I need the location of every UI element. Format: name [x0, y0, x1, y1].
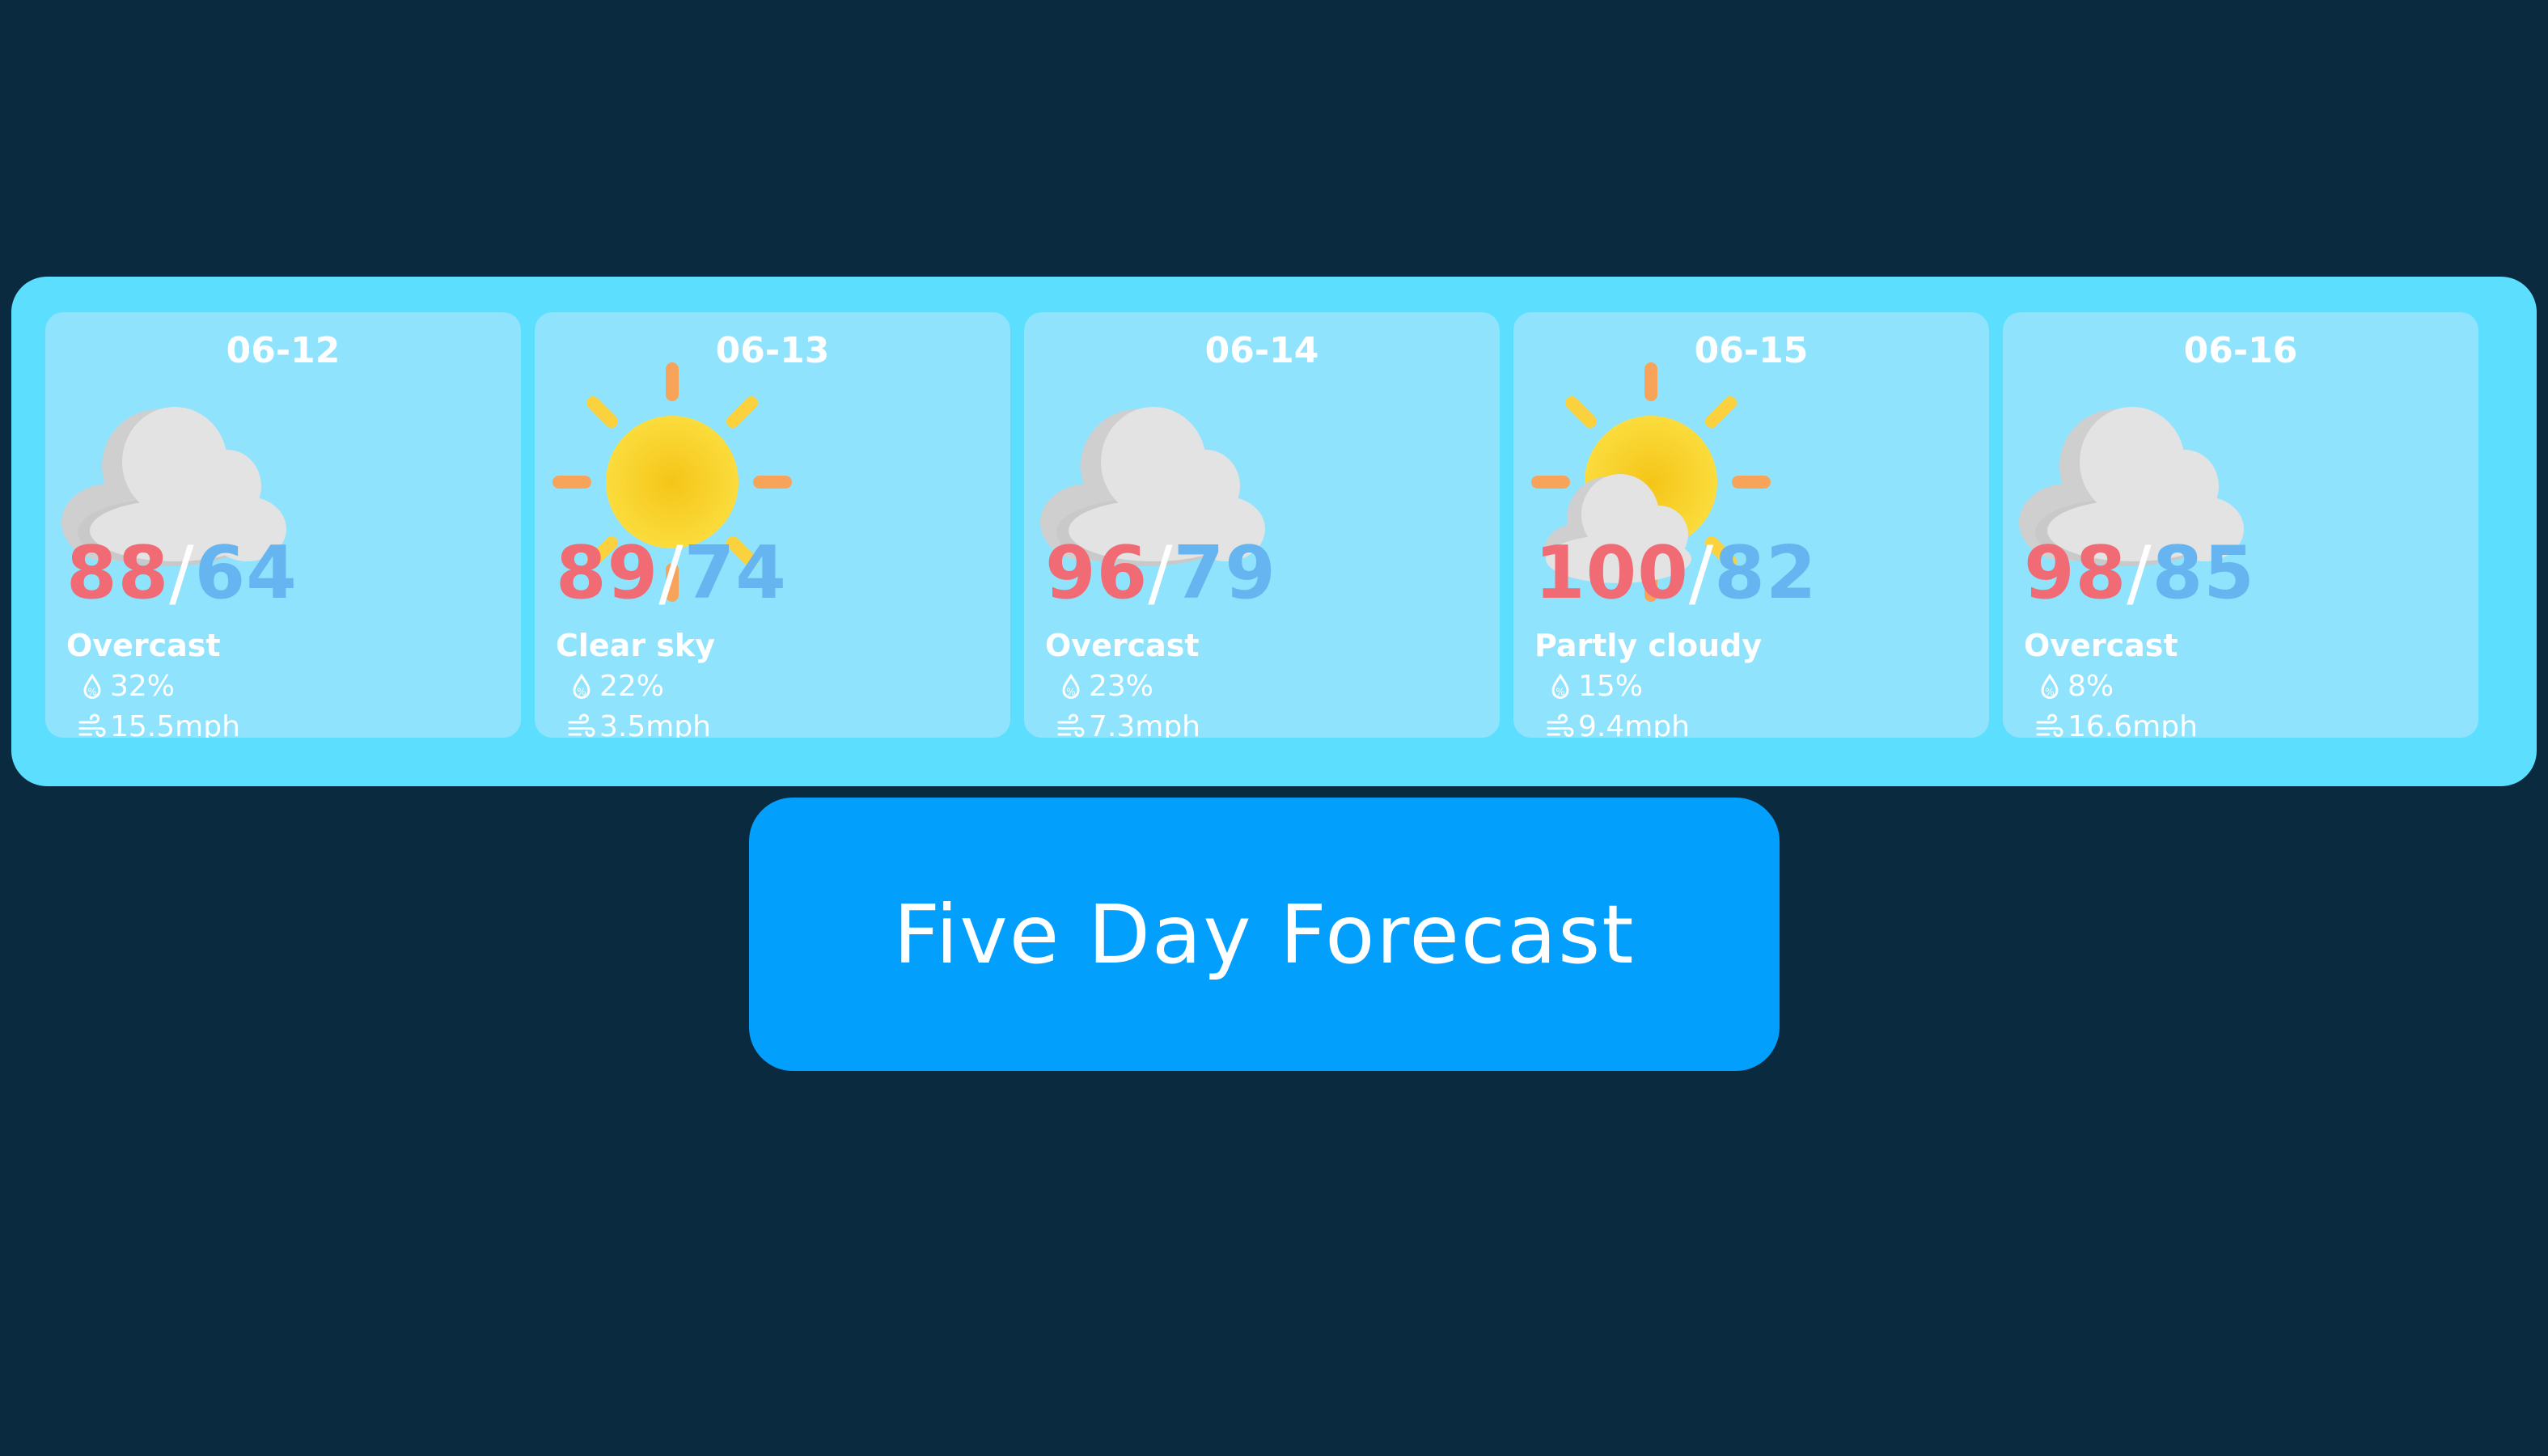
svg-text:%: % [2045, 686, 2054, 697]
wind-value: 7.3mph [1089, 710, 1200, 738]
wind-icon [1547, 713, 1574, 737]
svg-text:%: % [87, 686, 96, 697]
weather-condition: Overcast [66, 628, 221, 663]
humidity-drop-icon: % [1062, 673, 1080, 699]
humidity-row: % 22% [567, 670, 664, 703]
temperature-range: 88/64 [66, 531, 298, 616]
wind-row: 15.5mph [78, 710, 240, 738]
temp-separator: / [1688, 531, 1715, 616]
temp-separator: / [2127, 531, 2152, 616]
wind-value: 16.6mph [2068, 710, 2198, 738]
wind-row: 3.5mph [567, 710, 711, 738]
svg-text:%: % [577, 686, 586, 697]
svg-text:%: % [1066, 686, 1075, 697]
forecast-panel: 06-12 88/64 Overcast % 32% 15.5mph 06-13 [11, 277, 2537, 786]
low-temp: 85 [2152, 531, 2255, 616]
wind-row: 9.4mph [1546, 710, 1690, 738]
wind-value: 9.4mph [1578, 710, 1690, 738]
weather-condition: Partly cloudy [1534, 628, 1763, 663]
humidity-value: 32% [110, 670, 176, 703]
humidity-value: 22% [599, 670, 665, 703]
humidity-drop-icon: % [2041, 673, 2059, 699]
humidity-value: 15% [1578, 670, 1644, 703]
high-temp: 89 [556, 531, 659, 616]
low-temp: 79 [1173, 531, 1276, 616]
low-temp: 64 [194, 531, 298, 616]
wind-icon [2036, 713, 2063, 737]
temperature-range: 89/74 [556, 531, 787, 616]
temp-separator: / [169, 531, 195, 616]
high-temp: 88 [66, 531, 170, 616]
weather-condition: Overcast [2024, 628, 2178, 663]
low-temp: 74 [684, 531, 787, 616]
svg-text:%: % [1555, 686, 1564, 697]
five-day-forecast-button[interactable]: Five Day Forecast [749, 798, 1780, 1071]
temperature-range: 96/79 [1045, 531, 1276, 616]
high-temp: 96 [1045, 531, 1149, 616]
forecast-card-day-5: 06-16 98/85 Overcast % 8% 16.6mph [2003, 312, 2478, 738]
wind-icon [78, 713, 106, 737]
humidity-row: % 8% [2035, 670, 2114, 703]
forecast-card-day-2: 06-13 89/74 Clear sky % 22% 3.5mph [535, 312, 1010, 738]
humidity-row: % 32% [78, 670, 175, 703]
wind-value: 15.5mph [110, 710, 240, 738]
forecast-card-day-3: 06-14 96/79 Overcast % 23% 7.3mph [1024, 312, 1500, 738]
high-temp: 98 [2024, 531, 2127, 616]
forecast-card-day-4: 06-15 100/82 Partly cloudy % 15% 9.4mph [1513, 312, 1989, 738]
temp-separator: / [658, 531, 684, 616]
low-temp: 82 [1714, 531, 1818, 616]
wind-icon [1057, 713, 1085, 737]
humidity-row: % 23% [1056, 670, 1153, 703]
weather-condition: Overcast [1045, 628, 1200, 663]
humidity-value: 23% [1089, 670, 1154, 703]
forecast-card-day-1: 06-12 88/64 Overcast % 32% 15.5mph [45, 312, 521, 738]
humidity-drop-icon: % [573, 673, 590, 699]
humidity-drop-icon: % [83, 673, 101, 699]
high-temp: 100 [1534, 531, 1689, 616]
humidity-drop-icon: % [1551, 673, 1569, 699]
wind-row: 16.6mph [2035, 710, 2198, 738]
humidity-row: % 15% [1546, 670, 1643, 703]
temp-separator: / [1148, 531, 1174, 616]
temperature-range: 98/85 [2024, 531, 2255, 616]
humidity-value: 8% [2068, 670, 2114, 703]
wind-value: 3.5mph [599, 710, 711, 738]
temperature-range: 100/82 [1534, 531, 1817, 616]
wind-row: 7.3mph [1056, 710, 1200, 738]
weather-condition: Clear sky [556, 628, 715, 663]
wind-icon [568, 713, 595, 737]
